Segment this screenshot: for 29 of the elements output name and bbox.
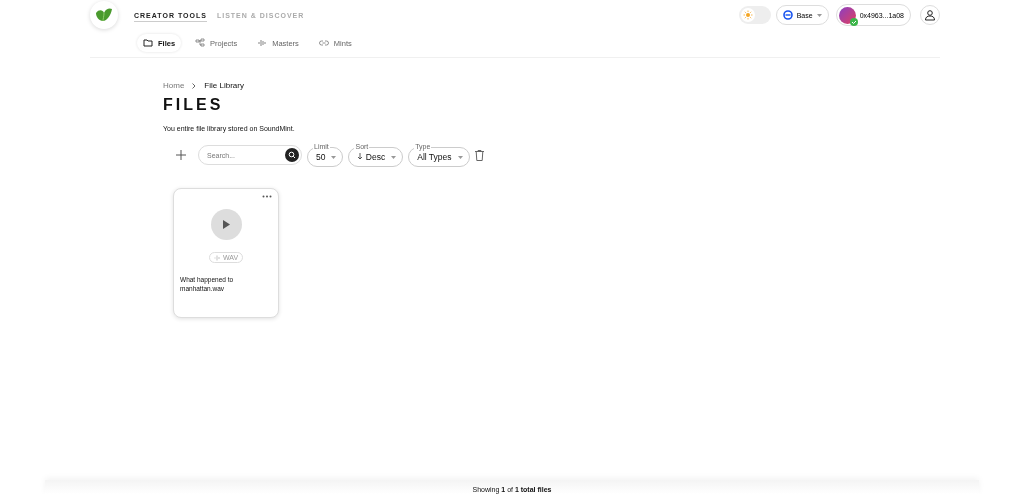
caret-icon	[331, 155, 337, 159]
trash-icon	[474, 149, 484, 161]
account-button[interactable]	[920, 5, 940, 25]
theme-toggle[interactable]	[738, 6, 771, 24]
hierarchy-icon	[195, 38, 206, 48]
breadcrumb-link[interactable]: File Library	[204, 81, 244, 90]
delete-button[interactable]	[474, 149, 484, 161]
play-button[interactable]	[210, 209, 242, 240]
arrow-down-icon	[357, 153, 364, 160]
more-options-button[interactable]	[262, 195, 272, 198]
play-icon	[222, 220, 230, 229]
link-icon	[318, 38, 329, 48]
more-icon	[262, 195, 272, 198]
chevron-right-icon	[192, 82, 197, 89]
avatar-icon	[838, 6, 856, 24]
plus-icon	[176, 150, 186, 160]
search-icon	[285, 147, 299, 162]
folder-icon	[143, 38, 153, 48]
logo[interactable]	[90, 1, 118, 29]
caret-icon	[457, 155, 463, 159]
leaf-logo-icon	[95, 7, 113, 23]
caret-icon	[391, 155, 397, 159]
breadcrumb-link[interactable]: Home	[163, 81, 185, 90]
add-button[interactable]	[176, 150, 186, 160]
user-icon	[924, 9, 936, 21]
page-title: FILES	[163, 96, 225, 114]
caret-icon	[816, 13, 822, 17]
sun-icon	[742, 10, 753, 20]
network-icon	[782, 10, 793, 20]
